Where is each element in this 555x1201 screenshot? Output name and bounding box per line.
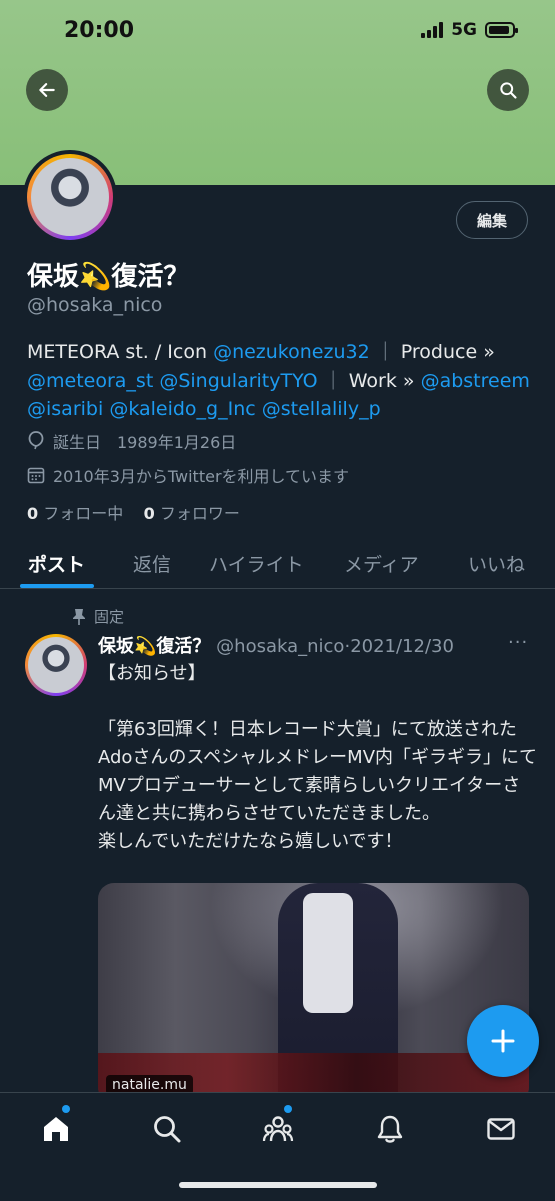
following-link[interactable]: 0 フォロー中 (27, 504, 123, 523)
post-author-name[interactable]: 保坂💫復活？ (98, 636, 210, 657)
followers-link[interactable]: 0 フォロワー (144, 504, 240, 523)
network-label: 5G (451, 20, 477, 40)
compose-button[interactable] (467, 1005, 539, 1077)
profile-handle: @hosaka_nico (27, 294, 163, 316)
birthday-row: 誕生日 1989年1月26日 (27, 429, 236, 453)
home-icon (44, 1117, 68, 1141)
post-author-handle[interactable]: @hosaka_nico (216, 636, 344, 657)
edit-profile-button[interactable]: 編集 (456, 201, 528, 239)
nav-search[interactable] (151, 1113, 183, 1145)
status-icons: 5G (421, 20, 518, 40)
profile-avatar[interactable] (23, 150, 117, 244)
mention-link[interactable]: @kaleido_g_Inc (109, 398, 255, 420)
mail-icon (487, 1118, 515, 1140)
joined-text: 2010年3月からTwitterを利用しています (53, 467, 350, 486)
mention-link[interactable]: @isaribi (27, 398, 103, 420)
back-button[interactable] (26, 69, 68, 111)
post-header: 保坂💫復活？ @hosaka_nico·2021/12/30 (98, 632, 454, 658)
following-label: フォロー中 (43, 504, 124, 523)
bio-text: METEORA st. / Icon (27, 341, 214, 363)
nav-messages[interactable] (485, 1113, 517, 1145)
notification-dot (284, 1105, 292, 1113)
mention-link[interactable]: @SingularityTYO (159, 370, 317, 392)
bell-icon (377, 1115, 403, 1143)
nav-notifications[interactable] (374, 1113, 406, 1145)
tab-likes[interactable]: いいね (468, 550, 525, 577)
notification-dot (62, 1105, 70, 1113)
pinned-indicator: 固定 (72, 606, 124, 627)
balloon-icon (28, 431, 44, 450)
mention-link[interactable]: @nezukonezu32 (213, 341, 370, 363)
nav-communities[interactable] (262, 1105, 294, 1145)
tab-replies[interactable]: 返信 (133, 550, 171, 577)
post-media-image[interactable] (98, 883, 529, 1103)
home-indicator[interactable] (179, 1182, 377, 1188)
mention-link[interactable]: @abstreem (421, 370, 530, 392)
arrow-left-icon (39, 83, 55, 97)
plus-icon (491, 1029, 515, 1053)
profile-tabs: ポスト 返信 ハイライト メディア いいね (0, 540, 555, 589)
follow-stats: 0 フォロー中 0 フォロワー (27, 500, 240, 524)
display-name: 保坂💫復活？ (27, 262, 190, 292)
avatar-image (31, 158, 109, 236)
post-avatar[interactable] (25, 634, 87, 696)
battery-icon (485, 22, 518, 38)
post-text: 【お知らせ】 「第63回輝く！日本レコード大賞」にて放送されたAdoさんのスペシ… (98, 663, 538, 852)
signal-icon (421, 22, 444, 38)
search-button[interactable] (487, 69, 529, 111)
tab-posts[interactable]: ポスト (28, 550, 85, 577)
profile-bio: METEORA st. / Icon @nezukonezu32 ｜ Produ… (27, 338, 537, 424)
bio-text: Produce » (400, 341, 495, 363)
post-date[interactable]: 2021/12/30 (350, 636, 454, 657)
bio-separator: ｜ (317, 369, 349, 392)
search-icon (500, 82, 517, 99)
active-tab-indicator (20, 584, 94, 588)
tab-highlights[interactable]: ハイライト (209, 550, 304, 577)
status-time: 20:00 (64, 18, 135, 43)
pinned-label: 固定 (94, 608, 125, 626)
more-options-button[interactable]: ··· (508, 632, 528, 653)
search-icon (154, 1116, 181, 1143)
tab-media[interactable]: メディア (344, 550, 419, 577)
pin-icon (73, 608, 85, 625)
media-figure-detail (303, 893, 353, 1013)
avatar-image (28, 637, 84, 693)
mention-link[interactable]: @meteora_st (27, 370, 153, 392)
mention-link[interactable]: @stellalily_p (262, 398, 381, 420)
birthday-text: 誕生日 1989年1月26日 (53, 433, 237, 452)
bio-separator: ｜ (369, 341, 401, 363)
followers-label: フォロワー (159, 504, 240, 523)
calendar-icon (27, 467, 45, 484)
joined-row: 2010年3月からTwitterを利用しています (27, 463, 349, 487)
bio-text: Work » (348, 369, 421, 392)
following-count: 0 (27, 504, 39, 523)
followers-count: 0 (143, 504, 155, 523)
nav-home[interactable] (40, 1105, 72, 1145)
communities-icon (262, 1116, 294, 1142)
